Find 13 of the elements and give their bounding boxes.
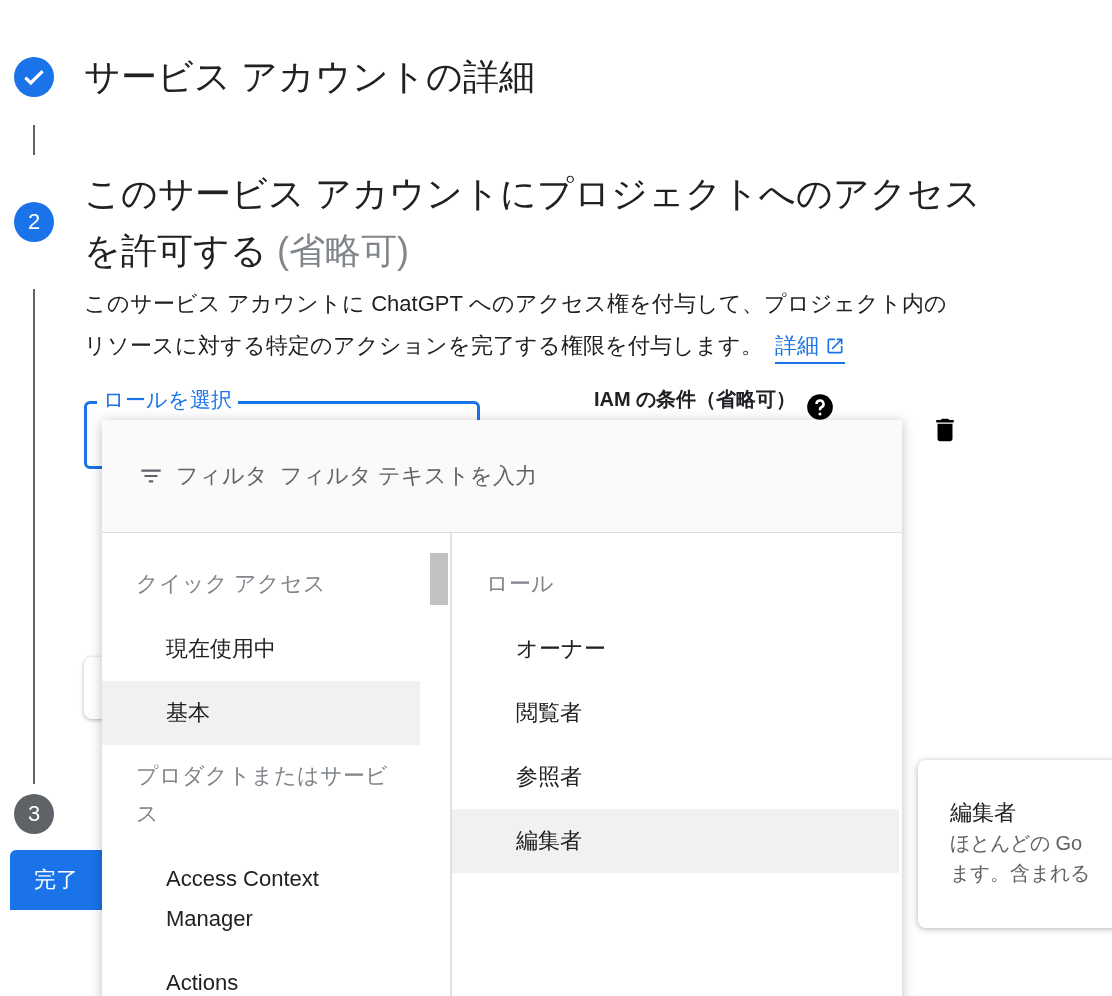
- menu-section-header: クイック アクセス: [135, 570, 328, 598]
- menu-section-header: プロダクトまたはサービス: [135, 762, 389, 828]
- step-number: 3: [14, 794, 54, 834]
- step-number: 2: [14, 202, 54, 242]
- tooltip-title: 編集者: [950, 799, 1017, 827]
- condition-label: IAM の条件（省略可）: [594, 387, 797, 411]
- step-title: このサービス アカウントにプロジェクトへのアクセスを許可する (省略可): [83, 172, 982, 273]
- menu-section-header: ロール: [485, 570, 555, 598]
- step-title: サービス アカウントの詳細: [83, 55, 536, 99]
- description: このサービス アカウントに ChatGPT へのアクセス権を付与して、プロジェクト内のリソースに対する特定のアクションを完了する権限を付与します。 詳細: [84, 283, 964, 367]
- filter-label: フィルタ: [176, 462, 268, 490]
- tooltip-text: ます。含まれる: [950, 861, 1091, 886]
- tooltip-text: ほとんどの Go: [950, 831, 1084, 856]
